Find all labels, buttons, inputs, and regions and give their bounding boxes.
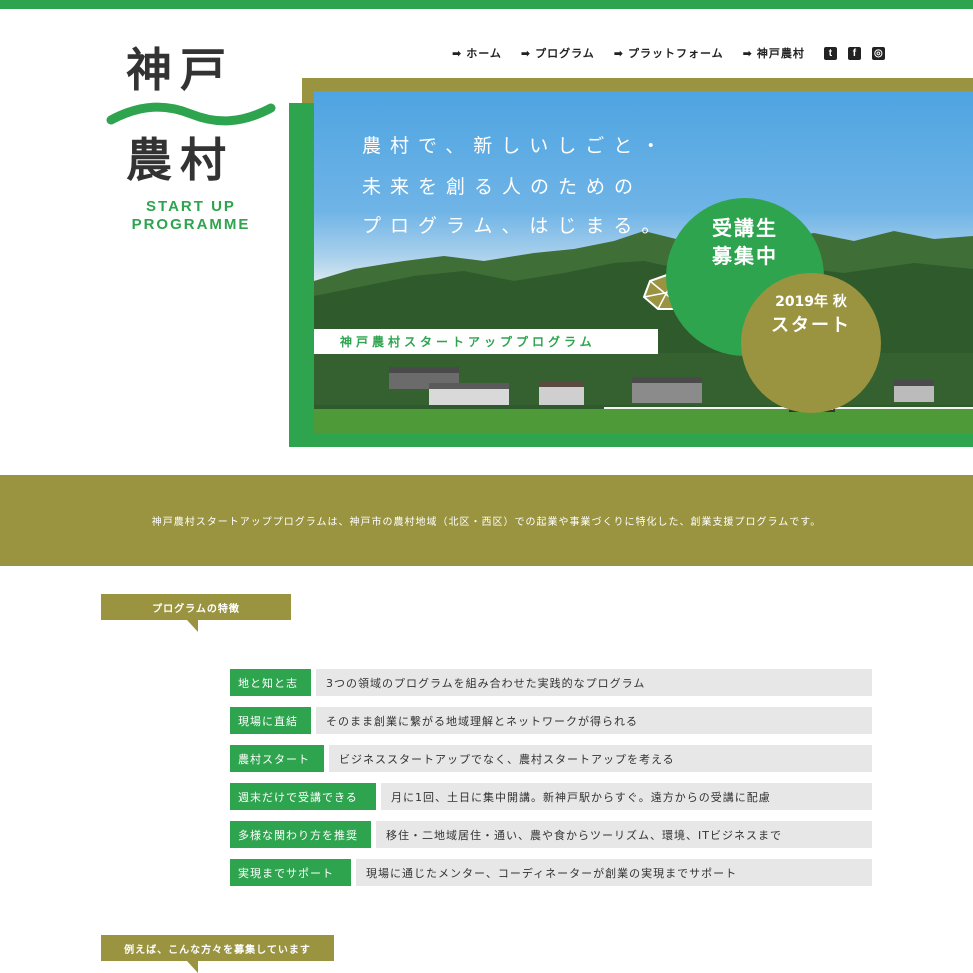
feature-row: 農村スタート ビジネススタートアップでなく、農村スタートアップを考える xyxy=(230,745,872,772)
feature-tag: 実現までサポート xyxy=(230,859,351,886)
logo-line-2: 農村 xyxy=(126,133,234,187)
arrow-right-icon: ➡ xyxy=(452,46,463,60)
feature-tag: 週末だけで受講できる xyxy=(230,783,376,810)
feature-row: 現場に直結 そのまま創業に繋がる地域理解とネットワークが得られる xyxy=(230,707,872,734)
section-title-features: プログラムの特徴 xyxy=(101,594,291,632)
hero-program-label: 神戸農村スタートアッププログラム xyxy=(314,329,658,354)
feature-description: 月に1回、土日に集中開講。新神戸駅からすぐ。遠方からの受講に配慮 xyxy=(381,783,872,810)
start-date-badge: 2019年 秋 スタート xyxy=(741,273,881,413)
site-logo[interactable]: 神戸 農村 START UP PROGRAMME xyxy=(106,42,276,237)
instagram-icon[interactable]: ◎ xyxy=(871,46,885,60)
feature-description: 現場に通じたメンター、コーディネーターが創業の実現までサポート xyxy=(356,859,872,886)
hero-tagline-3: プログラム、はじまる。 xyxy=(362,215,670,237)
feature-row: 週末だけで受講できる 月に1回、土日に集中開講。新神戸駅からすぐ。遠方からの受講… xyxy=(230,783,872,810)
facebook-icon[interactable]: f xyxy=(847,46,861,60)
nav-home-label: ホーム xyxy=(466,47,502,60)
arrow-right-icon: ➡ xyxy=(520,46,532,60)
feature-description: ビジネススタートアップでなく、農村スタートアップを考える xyxy=(329,745,872,772)
main-nav: ➡ ホーム ➡ プログラム ➡ プラットフォーム ➡ 神戸農村 t f ◎ xyxy=(452,44,896,62)
intro-text: 神戸農村スタートアッププログラムは、神戸市の農村地域（北区・西区）での起業や事業… xyxy=(151,517,822,528)
arrow-right-icon: ➡ xyxy=(613,46,624,60)
nav-program-label: プログラム xyxy=(535,47,595,60)
feature-row: 多様な関わり方を推奨 移住・二地域居住・通い、農や食からツーリズム、環境、ITビ… xyxy=(230,821,872,848)
nav-program[interactable]: ➡ プログラム xyxy=(521,45,595,61)
nav-kobe-noson[interactable]: ➡ 神戸農村 xyxy=(743,45,805,61)
feature-tag: 多様な関わり方を推奨 xyxy=(230,821,371,848)
hero-tagline-2: 未来を創る人のための xyxy=(362,176,643,198)
recruiting-badge-line-1: 受講生 xyxy=(712,216,778,240)
feature-row: 地と知と志 3つの領域のプログラムを組み合わせた実践的なプログラム xyxy=(230,669,872,696)
feature-tag: 地と知と志 xyxy=(230,669,311,696)
feature-tag: 現場に直結 xyxy=(230,707,311,734)
recruiting-badge-line-2: 募集中 xyxy=(712,244,778,268)
twitter-icon[interactable]: t xyxy=(823,46,837,60)
nav-kobe-noson-label: 神戸農村 xyxy=(756,47,805,60)
feature-description: そのまま創業に繋がる地域理解とネットワークが得られる xyxy=(316,707,872,734)
logo-subtitle-1: START UP xyxy=(146,198,236,215)
top-accent-bar xyxy=(0,0,973,9)
start-date-badge-line-1: 2019年 秋 xyxy=(775,294,847,310)
feature-tag: 農村スタート xyxy=(230,745,324,772)
logo-line-1: 神戸 xyxy=(126,43,234,97)
intro-band: 神戸農村スタートアッププログラムは、神戸市の農村地域（北区・西区）での起業や事業… xyxy=(0,475,973,566)
arrow-right-icon: ➡ xyxy=(742,46,753,60)
logo-subtitle-2: PROGRAMME xyxy=(131,216,251,233)
hero-photo: 農村で、新しいしごと・ 未来を創る人のための プログラム、はじまる。 神戸農村ス… xyxy=(314,91,973,434)
feature-description: 移住・二地域居住・通い、農や食からツーリズム、環境、ITビジネスまで xyxy=(376,821,872,848)
nav-platform-label: プラットフォーム xyxy=(628,47,724,60)
nav-platform[interactable]: ➡ プラットフォーム xyxy=(614,45,724,61)
logo-wave-icon xyxy=(106,102,276,126)
social-links: t f ◎ xyxy=(823,46,896,60)
feature-row: 実現までサポート 現場に通じたメンター、コーディネーターが創業の実現までサポート xyxy=(230,859,872,886)
nav-home[interactable]: ➡ ホーム xyxy=(452,45,502,61)
hero-tagline-1: 農村で、新しいしごと・ xyxy=(362,135,670,157)
start-date-badge-line-2: スタート xyxy=(771,315,851,336)
feature-description: 3つの領域のプログラムを組み合わせた実践的なプログラム xyxy=(316,669,872,696)
section-title-recruit: 例えば、こんな方々を募集しています xyxy=(101,935,334,973)
